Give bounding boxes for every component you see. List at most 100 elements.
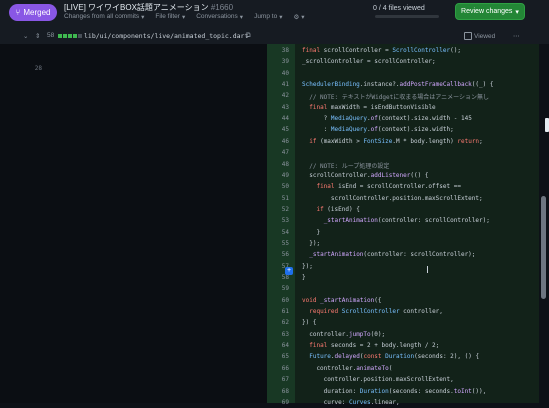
line-number[interactable]: 56 (267, 251, 289, 258)
left-row (0, 46, 267, 57)
copy-icon[interactable]: ⧉ (246, 32, 251, 40)
line-code: required ScrollController controller, (309, 308, 443, 316)
line-number[interactable]: 48 (267, 161, 289, 168)
line-number[interactable]: 54 (267, 229, 289, 236)
line-number[interactable]: 38 (267, 47, 289, 54)
line-number[interactable]: 43 (267, 104, 289, 111)
diff-line: 68 duration: Duration(seconds: seconds.t… (267, 386, 539, 398)
line-number[interactable]: 52 (267, 206, 289, 213)
diff-left-pane (0, 44, 267, 403)
line-number[interactable]: 42 (267, 92, 289, 99)
mouse-cursor (427, 266, 432, 273)
diff-line: 49 scrollController.addListener(() { (267, 170, 539, 182)
line-number[interactable]: 50 (267, 183, 289, 190)
line-code: SchedulerBinding.instance?.addPostFrameC… (302, 81, 494, 89)
line-code: curve: Curves.linear, (302, 398, 400, 406)
diff-line: 44 ? MediaQuery.of(context).size.width -… (267, 113, 539, 125)
line-code: ? MediaQuery.of(context).size.width - 14… (302, 115, 472, 123)
line-code: duration: Duration(seconds: seconds.toIn… (302, 387, 487, 395)
line-number[interactable]: 66 (267, 365, 289, 372)
pr-subnav: Changes from all commits ▾ File filter ▾ C… (64, 13, 305, 21)
file-filter[interactable]: File filter ▾ (155, 13, 185, 21)
line-number[interactable]: 60 (267, 297, 289, 304)
collapse-chevron-icon[interactable]: ⌄ (23, 32, 28, 40)
conversations-menu[interactable]: Conversations ▾ (196, 13, 243, 21)
diff-line: 58} (267, 272, 539, 284)
settings-menu[interactable]: ⚙ ▾ (293, 13, 304, 21)
line-code: // NOTE: テキストがWidgetに収まる場合はアニメーション無し (302, 94, 489, 102)
diff-line: 51 scrollController.position.maxScrollEx… (267, 193, 539, 205)
line-code: controller.animateTo( (302, 364, 393, 372)
line-number[interactable]: 49 (267, 172, 289, 179)
diff-line: 60 void _startAnimation({ (267, 295, 539, 307)
line-code: if (isEnd) { (316, 205, 360, 213)
diff-line: 48 // NOTE: ループ処理の設定 (267, 159, 539, 171)
line-number[interactable]: 51 (267, 195, 289, 202)
merged-label: Merged (23, 8, 51, 17)
diff-line: 55 }); (267, 238, 539, 250)
line-code: controller.jumpTo(0); (302, 330, 386, 338)
line-number[interactable]: 64 (267, 342, 289, 349)
line-number[interactable]: 67 (267, 376, 289, 383)
pr-header: ⑂ Merged [LIVE] ワイワイBOX話題アニメーション #1660 C… (0, 0, 549, 31)
line-code: void _startAnimation({ (302, 296, 382, 304)
add-comment-button[interactable]: + (285, 267, 293, 275)
viewed-checkbox[interactable]: Viewed (464, 32, 495, 40)
commits-filter[interactable]: Changes from all commits ▾ (64, 13, 144, 21)
files-viewed-progress (375, 15, 439, 18)
chevron-down-icon: ▾ (141, 14, 145, 21)
diff-line: 50 final isEnd = scrollController.offset… (267, 181, 539, 193)
line-code: final isEnd = scrollController.offset == (316, 183, 461, 191)
line-code: _scrollController = scrollController; (302, 58, 436, 66)
line-number[interactable]: 59 (267, 285, 289, 292)
pr-title: [LIVE] ワイワイBOX話題アニメーション #1660 (64, 2, 233, 13)
line-number[interactable]: 45 (267, 126, 289, 133)
pr-number: #1660 (210, 3, 234, 12)
line-number[interactable]: 65 (267, 353, 289, 360)
line-code: Future.delayed(const Duration(seconds: 2… (309, 353, 480, 361)
scrollbar-thumb[interactable] (541, 196, 546, 299)
jump-to-menu[interactable]: Jump to ▾ (254, 13, 282, 21)
line-number[interactable]: 61 (267, 308, 289, 315)
line-number[interactable]: 68 (267, 388, 289, 395)
review-changes-button[interactable]: Review changes ▾ (455, 3, 525, 20)
line-number[interactable]: 41 (267, 81, 289, 88)
line-number[interactable]: 39 (267, 58, 289, 65)
diff-line: 57}); (267, 261, 539, 273)
expand-icon[interactable]: ⇕ (35, 32, 40, 40)
line-code: : MediaQuery.of(context).size.width; (302, 126, 454, 134)
diff-line: 41 SchedulerBinding.instance?.addPostFram… (267, 79, 539, 91)
line-number[interactable]: 62 (267, 319, 289, 326)
line-code: }); (302, 262, 313, 270)
line-code: scrollController.position.maxScrollExten… (302, 194, 483, 202)
diff-line: 65 Future.delayed(const Duration(seconds… (267, 351, 539, 363)
line-code: } (302, 274, 306, 281)
diff-line: 38 final scrollController = ScrollControl… (267, 45, 539, 57)
line-number[interactable]: 53 (267, 217, 289, 224)
line-number[interactable]: 47 (267, 149, 289, 156)
line-number[interactable]: 58 (267, 274, 289, 281)
diff-line: 46 if (maxWidth > FontSize.M * body.leng… (267, 136, 539, 148)
chevron-down-icon: ▾ (239, 14, 244, 21)
line-code: // NOTE: ループ処理の設定 (302, 162, 390, 170)
line-code: _startAnimation(controller: scrollContro… (309, 251, 476, 259)
diff-line: 59 (267, 283, 539, 295)
diff-line: 62}) { (267, 317, 539, 329)
pr-title-text: [LIVE] ワイワイBOX話題アニメーション (64, 3, 209, 12)
changed-lines-count: 58 (47, 32, 55, 39)
line-number[interactable]: 46 (267, 138, 289, 145)
line-number[interactable]: 55 (267, 240, 289, 247)
file-path[interactable]: lib/ui/components/live/animated_topic.da… (84, 32, 248, 40)
line-code: final scrollController = ScrollControlle… (302, 47, 461, 54)
more-options-icon[interactable]: ⋯ (513, 32, 520, 40)
line-code: if (maxWidth > FontSize.M * body.length)… (309, 137, 483, 145)
line-number[interactable]: 69 (267, 399, 289, 406)
diff-line: 61 required ScrollController controller, (267, 306, 539, 318)
line-number[interactable]: 44 (267, 115, 289, 122)
line-number[interactable]: 40 (267, 70, 289, 77)
line-number[interactable]: 63 (267, 331, 289, 338)
merge-icon: ⑂ (15, 8, 21, 17)
diff-line: 43 final maxWidth = isEndButtonVisible (267, 102, 539, 114)
diff-line: 69 curve: Curves.linear, (267, 397, 539, 408)
diff-line: 64 final seconds = 2 + body.length / 2; (267, 340, 539, 352)
